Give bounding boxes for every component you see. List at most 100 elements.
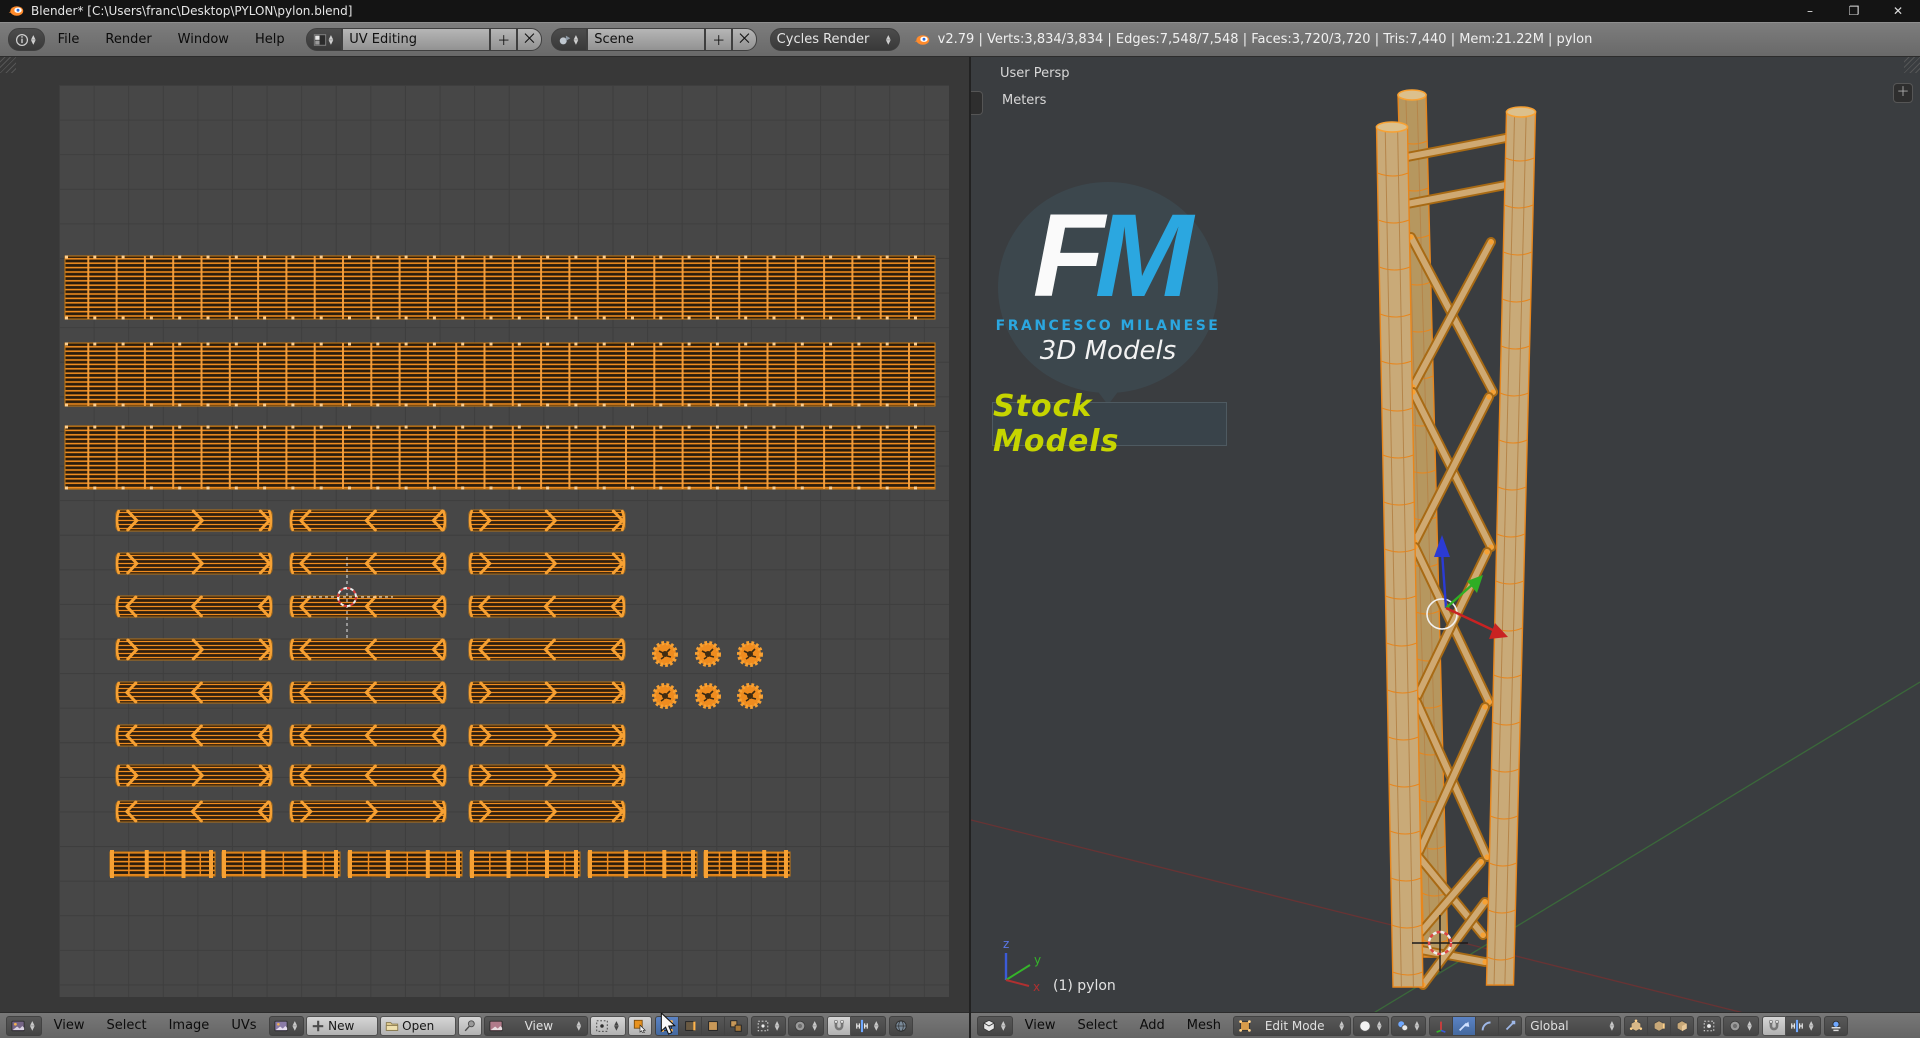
uv-select-edge-button[interactable] bbox=[678, 1015, 702, 1036]
orientation-dropdown[interactable]: Global ▲ ▼ bbox=[1525, 1015, 1622, 1036]
uv-pivot-button[interactable]: ▲ ▼ bbox=[590, 1015, 626, 1036]
uv-image-editor[interactable] bbox=[0, 57, 969, 1012]
render-border-button[interactable] bbox=[1823, 1015, 1848, 1036]
logo-tagline: 3D Models bbox=[1039, 336, 1177, 366]
add-screen-layout-button[interactable]: ＋ bbox=[490, 28, 518, 51]
delete-scene-button[interactable]: ⨉ bbox=[732, 28, 757, 51]
mesh-select-face-button[interactable] bbox=[1671, 1015, 1695, 1036]
mode-dropdown[interactable]: Edit Mode ▲ ▼ bbox=[1233, 1015, 1351, 1036]
uv-menu-select[interactable]: Select bbox=[95, 1018, 157, 1033]
scene-icon-button[interactable]: ▲ ▼ bbox=[550, 28, 588, 51]
vertex-cube-icon bbox=[1630, 1018, 1643, 1032]
camera-render-icon bbox=[1831, 1020, 1840, 1031]
delete-screen-layout-button[interactable]: ⨉ bbox=[517, 28, 542, 51]
pivot-point-dropdown[interactable]: ▲ ▼ bbox=[1390, 1015, 1427, 1036]
properties-panel-toggle[interactable]: ＋ bbox=[1893, 83, 1913, 103]
menu-window[interactable]: Window bbox=[165, 32, 242, 47]
close-icon[interactable]: ✕ bbox=[1876, 0, 1920, 22]
dropdown-arrows-icon: ▲ ▼ bbox=[573, 33, 579, 46]
uv-sync-select-toggle[interactable] bbox=[627, 1015, 652, 1036]
info-header: ▲ ▼ File Render Window Help ▲ ▼ UV Editing… bbox=[0, 22, 1920, 57]
proportional-edit-dropdown[interactable]: ▲ ▼ bbox=[1723, 1015, 1759, 1036]
uv-editor-header: ▲ ▼ View Select Image UVs ▲ ▼ New Open V… bbox=[0, 1012, 969, 1038]
menu-help[interactable]: Help bbox=[242, 32, 298, 47]
mesh-select-mode-group bbox=[1624, 1015, 1695, 1036]
face-cube-icon bbox=[1677, 1019, 1688, 1032]
v3d-menu-mesh[interactable]: Mesh bbox=[1176, 1018, 1232, 1033]
sticky-select-dropdown[interactable]: ▲ ▼ bbox=[750, 1015, 787, 1036]
manipulator-rotate-button[interactable] bbox=[1476, 1015, 1500, 1036]
editor-corner-grip[interactable] bbox=[1904, 57, 1920, 73]
uv-snap-toggle[interactable] bbox=[827, 1015, 851, 1036]
window-title: Blender* [C:\Users\franc\Desktop\PYLON\p… bbox=[31, 4, 353, 18]
manipulator-axis-button[interactable] bbox=[1429, 1015, 1454, 1036]
viewport-3d[interactable]: z yx User Persp Meters ＋ F M FRANCESCO MI… bbox=[971, 57, 1920, 1012]
limit-selection-visible-button[interactable] bbox=[1697, 1015, 1722, 1036]
editor-corner-grip[interactable] bbox=[0, 57, 16, 73]
active-object-label: (1) pylon bbox=[1053, 978, 1116, 994]
uv-menu-uvs[interactable]: UVs bbox=[220, 1018, 267, 1033]
browse-image-button[interactable]: ▲ ▼ bbox=[268, 1015, 305, 1036]
proportional-edit-icon bbox=[1730, 1020, 1741, 1031]
render-engine-selector[interactable]: Cycles Render ▲ ▼ bbox=[769, 28, 900, 51]
uv-canvas[interactable] bbox=[59, 85, 949, 997]
image-thumb-icon bbox=[489, 1020, 503, 1031]
viewport-shading-dropdown[interactable]: ▲ ▼ bbox=[1353, 1015, 1389, 1036]
dropdown-arrows-icon: ▲ ▼ bbox=[1377, 1019, 1382, 1032]
scene-value: Scene bbox=[594, 32, 634, 47]
view3d-header: ▲ ▼ View Select Add Mesh Edit Mode ▲ ▼ ▲ ▼ … bbox=[971, 1012, 1920, 1038]
scene-group: ▲ ▼ Scene ＋ ⨉ bbox=[550, 28, 757, 51]
manipulator-scale-button[interactable] bbox=[1499, 1015, 1523, 1036]
v3d-menu-add[interactable]: Add bbox=[1129, 1018, 1176, 1033]
image-editor-icon bbox=[11, 1020, 25, 1031]
snap-toggle[interactable] bbox=[1761, 1015, 1786, 1036]
image-browse-icon bbox=[273, 1020, 288, 1031]
editor-type-button-info[interactable]: ▲ ▼ bbox=[8, 28, 45, 51]
blender-window: { "window": { "title": "Blender* [C:\\Us… bbox=[0, 0, 1920, 1038]
fm-initials: F M bbox=[1033, 197, 1193, 315]
editor-type-button-3d[interactable]: ▲ ▼ bbox=[977, 1015, 1013, 1036]
maximize-icon[interactable]: ❐ bbox=[1832, 0, 1876, 22]
globe-icon bbox=[894, 1019, 907, 1032]
mode-label: Edit Mode bbox=[1264, 1018, 1325, 1033]
pivot-target-icon bbox=[596, 1019, 608, 1032]
v3d-menu-select[interactable]: Select bbox=[1066, 1018, 1128, 1033]
scene-selector[interactable]: Scene bbox=[587, 28, 706, 51]
menu-render[interactable]: Render bbox=[92, 32, 164, 47]
uv-select-face-button[interactable] bbox=[701, 1015, 725, 1036]
v3d-menu-view[interactable]: View bbox=[1014, 1018, 1067, 1033]
screen-layout-group: ▲ ▼ UV Editing ＋ ⨉ bbox=[305, 28, 542, 51]
uv-menu-view[interactable]: View bbox=[43, 1018, 96, 1033]
manipulator-translate-button[interactable] bbox=[1453, 1015, 1477, 1036]
screen-layout-icon-button[interactable]: ▲ ▼ bbox=[305, 28, 343, 51]
uv-select-island-button[interactable] bbox=[724, 1015, 748, 1036]
render-engine-value: Cycles Render bbox=[776, 32, 870, 47]
add-scene-button[interactable]: ＋ bbox=[705, 28, 733, 51]
uv-menu-image[interactable]: Image bbox=[158, 1018, 221, 1033]
dropdown-arrows-icon: ▲ ▼ bbox=[812, 1019, 817, 1032]
open-image-button[interactable]: Open bbox=[380, 1015, 457, 1036]
minimize-icon[interactable]: – bbox=[1788, 0, 1832, 22]
image-view-dropdown[interactable]: View ▲ ▼ bbox=[484, 1015, 589, 1036]
svg-text:x: x bbox=[1033, 980, 1040, 994]
uv-sync-icon bbox=[633, 1019, 646, 1033]
tool-shelf-toggle[interactable] bbox=[971, 91, 983, 115]
snap-group: ▲ ▼ bbox=[1761, 1015, 1821, 1036]
magnet-icon bbox=[1769, 1019, 1779, 1030]
snap-element-dropdown[interactable]: ▲ ▼ bbox=[1785, 1015, 1821, 1036]
pin-image-button[interactable] bbox=[458, 1015, 483, 1036]
uv-proportional-edit-dropdown[interactable]: ▲ ▼ bbox=[788, 1015, 824, 1036]
occlude-geometry-icon bbox=[1704, 1020, 1715, 1031]
screen-layout-selector[interactable]: UV Editing bbox=[342, 28, 491, 51]
dropdown-arrows-icon: ▲ ▼ bbox=[1414, 1019, 1420, 1032]
new-image-button[interactable]: New bbox=[306, 1015, 379, 1036]
uv-other-objects-button[interactable] bbox=[888, 1015, 913, 1036]
editor-type-button-uv[interactable]: ▲ ▼ bbox=[6, 1015, 42, 1036]
face-mode-icon bbox=[707, 1020, 718, 1031]
pivot-point-icon bbox=[1397, 1020, 1408, 1031]
dropdown-arrows-icon: ▲ ▼ bbox=[292, 1019, 298, 1032]
mesh-select-edge-button[interactable] bbox=[1648, 1015, 1672, 1036]
menu-file[interactable]: File bbox=[45, 32, 93, 47]
mesh-select-vertex-button[interactable] bbox=[1624, 1015, 1649, 1036]
uv-snap-target-dropdown[interactable]: ▲ ▼ bbox=[851, 1015, 886, 1036]
